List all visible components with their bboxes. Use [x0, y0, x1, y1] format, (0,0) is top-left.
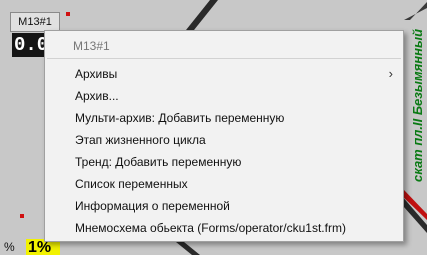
- tag-value-display[interactable]: 0.0: [12, 33, 48, 57]
- context-menu: M13#1 Архивы › Архив... Мульти-архив: До…: [44, 30, 404, 242]
- menu-item-multi-archive-add[interactable]: Мульти-архив: Добавить переменную: [45, 107, 403, 129]
- alarm-indicator: [66, 12, 70, 16]
- menu-item-label: Этап жизненного цикла: [75, 133, 206, 147]
- menu-item-lifecycle-stage[interactable]: Этап жизненного цикла: [45, 129, 403, 151]
- menu-item-variable-info[interactable]: Информация о переменной: [45, 195, 403, 217]
- context-menu-header: M13#1: [73, 39, 110, 53]
- pipe-segment: [186, 0, 218, 30]
- tag-name-label[interactable]: M13#1: [10, 12, 60, 32]
- chevron-right-icon: ›: [388, 66, 393, 81]
- menu-item-label: Архивы: [75, 67, 118, 81]
- menu-item-label: Список переменных: [75, 177, 188, 191]
- menu-item-label: Мнемосхема обьекта (Forms/operator/cku1s…: [75, 221, 346, 235]
- section-title-vertical: скат пл.II Безымянный: [409, 10, 427, 200]
- menu-item-trend-add[interactable]: Тренд: Добавить переменную: [45, 151, 403, 173]
- menu-item-archive[interactable]: Архив...: [45, 85, 403, 107]
- menu-item-label: Мульти-архив: Добавить переменную: [75, 111, 285, 125]
- menu-item-label: Тренд: Добавить переменную: [75, 155, 242, 169]
- menu-item-object-mnemonic[interactable]: Мнемосхема обьекта (Forms/operator/cku1s…: [45, 217, 403, 239]
- menu-separator: [47, 58, 401, 59]
- context-menu-items: Архивы › Архив... Мульти-архив: Добавить…: [45, 63, 403, 239]
- menu-item-label: Архив...: [75, 89, 119, 103]
- menu-item-label: Информация о переменной: [75, 199, 230, 213]
- percent-unit-label: %: [4, 240, 15, 254]
- pipe-segment: [176, 242, 200, 255]
- menu-item-archives[interactable]: Архивы ›: [45, 63, 403, 85]
- section-title-text: скат пл.II Безымянный: [410, 28, 426, 182]
- menu-item-variable-list[interactable]: Список переменных: [45, 173, 403, 195]
- alarm-indicator: [20, 214, 24, 218]
